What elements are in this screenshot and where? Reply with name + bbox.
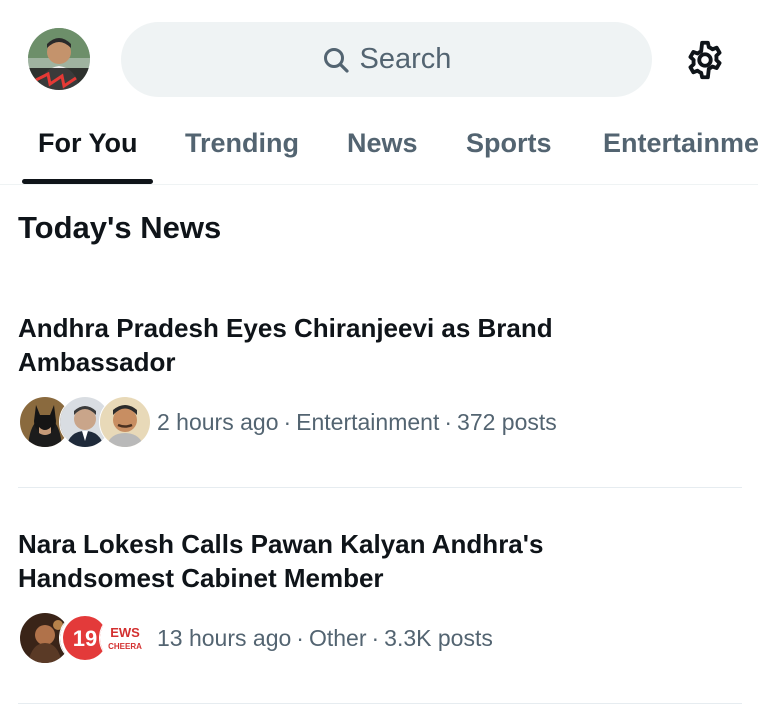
meta-separator: · (296, 624, 304, 651)
profile-avatar[interactable] (28, 28, 90, 90)
story-meta-row: 2 hours ago · Entertainment · 372 posts (19, 396, 557, 448)
top-bar: Search (0, 0, 758, 118)
search-icon (323, 47, 349, 73)
story-headline[interactable]: Andhra Pradesh Eyes Chiranjeevi as Brand… (18, 311, 618, 379)
badge-text: CHEERA (108, 642, 142, 651)
story-category: Other (308, 624, 367, 651)
story-headline[interactable]: Nara Lokesh Calls Pawan Kalyan Andhra's … (18, 527, 618, 595)
tab-for-you[interactable]: For You (38, 126, 138, 160)
meta-separator: · (444, 408, 453, 435)
avatar (99, 396, 151, 448)
tab-news[interactable]: News (347, 126, 418, 160)
tab-sports[interactable]: Sports (466, 126, 552, 160)
search-placeholder: Search (359, 43, 452, 75)
story-meta: 13 hours ago · Other · 3.3K posts (157, 625, 493, 652)
divider (18, 487, 742, 488)
search-bar[interactable]: Search (121, 22, 652, 97)
gear-icon (688, 40, 722, 80)
section-title: Today's News (18, 210, 222, 245)
story-time: 2 hours ago (157, 408, 279, 435)
story-post-count: 372 posts (457, 408, 557, 435)
story-category: Entertainment (296, 408, 440, 435)
facepile: 19 EWS CHEERA (19, 612, 151, 664)
tab-trending[interactable]: Trending (185, 126, 299, 160)
meta-separator: · (371, 624, 380, 651)
divider (18, 703, 742, 704)
meta-separator: · (283, 408, 292, 435)
story-post-count: 3.3K posts (384, 624, 493, 651)
avatar: EWS CHEERA (99, 612, 151, 664)
story-meta: 2 hours ago · Entertainment · 372 posts (157, 409, 557, 436)
active-tab-indicator (22, 179, 153, 184)
badge-text: EWS (110, 625, 140, 640)
story-time: 13 hours ago (157, 624, 292, 651)
badge-number: 19 (73, 626, 97, 651)
story-meta-row: 19 EWS CHEERA 13 hours ago · Other · 3.3K po… (19, 612, 493, 664)
tab-bar: For You Trending News Sports Entertainme… (0, 118, 758, 185)
facepile (19, 396, 151, 448)
tab-entertainment[interactable]: Entertainment (603, 126, 758, 160)
settings-button[interactable] (681, 36, 729, 84)
